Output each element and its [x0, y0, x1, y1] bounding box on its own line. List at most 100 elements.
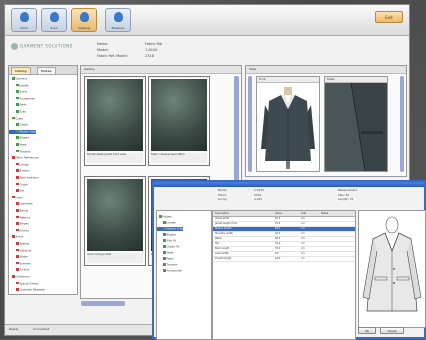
tree-item-label: Cotton — [19, 182, 29, 186]
folder-icon — [16, 83, 19, 87]
folder-icon — [163, 221, 166, 224]
gallery-thumbnail[interactable]: Fabric closeup lapel stitch — [148, 76, 210, 166]
measurement-window: Model: Fabric: Lining: 1-6100 2316 A-401… — [152, 180, 426, 340]
tree-item-label: Summer — [19, 262, 31, 266]
tree-item[interactable]: Archive — [9, 268, 29, 272]
tree-item[interactable]: Summer — [9, 261, 31, 266]
gallery-thumbnail[interactable]: Inner lining pocket — [84, 176, 146, 266]
tree-item[interactable]: Jackets — [9, 83, 29, 88]
tree-item[interactable]: Stripes — [9, 222, 29, 226]
toolbar-button-measure[interactable]: Measure — [105, 8, 131, 32]
cancel-button[interactable]: Cancel — [380, 327, 404, 334]
tab-catalog[interactable]: Catalog — [11, 67, 31, 75]
column-header[interactable]: Value — [275, 211, 282, 216]
tree-item[interactable]: Cashmere — [9, 202, 33, 206]
toolbar-button-catalog[interactable]: Catalog — [71, 8, 97, 32]
ok-button[interactable]: OK — [358, 327, 376, 334]
tab-models[interactable]: Models — [37, 67, 56, 75]
tree-item[interactable]: Cotton — [9, 182, 29, 187]
folder-icon — [16, 169, 19, 172]
tree-item[interactable]: Suits — [9, 110, 26, 114]
overlay-tree-item[interactable]: Trousers — [157, 263, 177, 267]
overlay-tree-item[interactable]: Classic Fit — [157, 245, 179, 249]
folder-icon — [16, 209, 19, 212]
overlay-tree-item[interactable]: Jackets — [157, 221, 176, 225]
folder-icon — [12, 275, 15, 278]
tree-item[interactable]: Solids — [9, 235, 23, 239]
folder-icon — [12, 195, 15, 199]
overlay-tree-item[interactable]: Modern Suits — [157, 227, 184, 231]
view-scrollbar-left[interactable] — [248, 76, 252, 172]
tree-item[interactable]: Wool Selection — [9, 176, 39, 180]
folder-icon — [12, 235, 15, 238]
toolbar-button-home[interactable]: Inicio — [11, 8, 37, 32]
tree-tabbar: Catalog Models — [9, 66, 77, 75]
table-cell: cm — [301, 217, 305, 220]
gallery-thumbnail[interactable]: Pocket detail jacket front view — [84, 76, 146, 166]
tree-item[interactable]: Seasonal — [9, 248, 31, 253]
column-header[interactable]: Unit — [301, 211, 306, 216]
overlay-tree-item[interactable]: Vests — [157, 251, 173, 255]
overlay-tree-item[interactable]: Models — [157, 215, 172, 219]
tree-item[interactable]: Modern Suits — [9, 129, 37, 134]
tree-item[interactable]: Blends — [9, 209, 28, 213]
tree-item[interactable]: Collections — [9, 275, 30, 279]
folder-icon — [16, 261, 19, 265]
tree-item-label: Suits — [19, 110, 26, 114]
tree-item[interactable]: Garment — [9, 77, 27, 81]
column-header[interactable]: Notes — [321, 211, 328, 216]
view-scrollbar-right[interactable] — [400, 76, 404, 172]
overlay-tree-item[interactable]: Accessories — [157, 269, 182, 273]
tree-item[interactable]: Coats — [9, 116, 23, 121]
measurement-window-titlebar[interactable] — [154, 182, 424, 187]
drop-icon — [50, 12, 59, 22]
tree-item[interactable]: Special Orders — [9, 281, 38, 286]
tree-item[interactable]: Customer Requests — [9, 288, 45, 292]
folder-icon — [163, 263, 166, 266]
tree-item-label: Accessories — [166, 269, 182, 273]
tree-item[interactable]: Tweeds — [9, 242, 29, 246]
folder-icon — [16, 189, 19, 192]
overlay-info-values: 1-6100 2316 A-401 — [254, 188, 264, 201]
drop-icon — [20, 12, 29, 22]
tree-item[interactable]: Classic — [9, 123, 28, 127]
folder-icon — [159, 215, 162, 218]
tree-item[interactable]: Buttons — [9, 169, 30, 173]
overlay-tree-item[interactable]: Slim Fit — [157, 239, 176, 243]
tree-item[interactable]: Linings — [9, 162, 29, 167]
table-cell: cm — [301, 237, 305, 240]
folder-icon — [163, 227, 166, 230]
folder-icon — [163, 233, 166, 236]
table-row[interactable]: Pocket height 16.0 cm — [213, 257, 355, 262]
tree-item[interactable]: Checks — [9, 228, 29, 233]
tree-item[interactable]: Pants — [9, 103, 27, 107]
tree-item[interactable]: Trousers — [9, 149, 30, 154]
tree-item[interactable]: Shirts — [9, 90, 27, 94]
tree-item-label: Tweeds — [19, 242, 29, 246]
folder-icon — [16, 222, 19, 225]
tree-item[interactable]: Patterns — [9, 215, 30, 220]
tree-item[interactable]: Blazers — [9, 136, 29, 140]
tree-item[interactable]: Winter — [9, 255, 28, 259]
table-cell: 8.5 — [275, 252, 279, 255]
status-right: Connected — [33, 327, 50, 331]
info-values: Fabric Rib 1-6100 2316 — [145, 41, 162, 59]
tree-item-label: Modern Suits — [166, 227, 184, 231]
column-header[interactable]: Description — [215, 211, 229, 216]
toolbar-button-scan[interactable]: Scan — [41, 8, 67, 32]
tree-item[interactable]: Silk — [9, 189, 24, 193]
folder-icon — [16, 176, 19, 179]
tree-item[interactable]: Vests — [9, 143, 26, 147]
tree-item-label: Silk — [19, 189, 25, 193]
horizontal-scrollbar[interactable] — [81, 301, 125, 306]
fabric-image — [87, 179, 143, 251]
overlay-tree-item[interactable]: Blazers — [157, 233, 176, 237]
tree-item[interactable]: Fabric References — [9, 156, 38, 160]
tree-item-label: Linen — [15, 196, 23, 200]
exit-button[interactable]: Exit — [375, 11, 403, 23]
table-cell: cm — [301, 257, 305, 260]
detail-view-box: Detail — [324, 76, 388, 172]
tree-item[interactable]: Linen — [9, 195, 23, 200]
overlay-tree-item[interactable]: Pants — [157, 257, 174, 261]
tree-item[interactable]: Accessories — [9, 96, 35, 101]
